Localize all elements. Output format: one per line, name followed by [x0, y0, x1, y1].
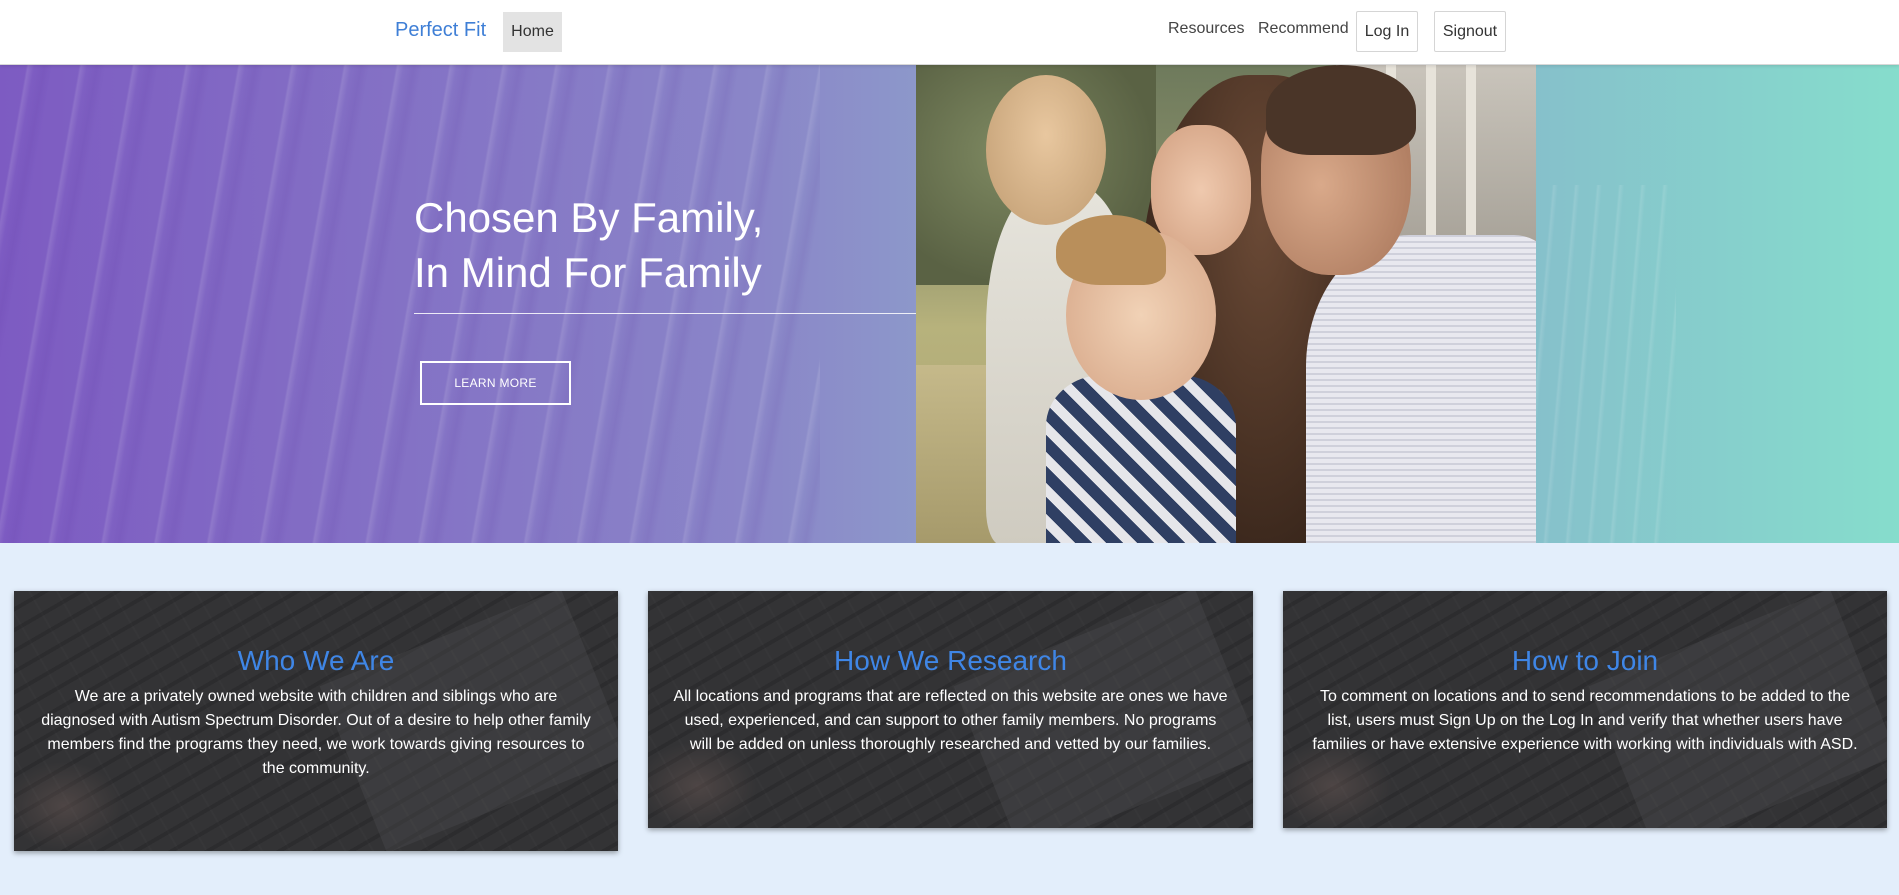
- nav-recommend-link[interactable]: Recommend: [1258, 20, 1349, 38]
- feature-card-how-we-research: How We Research All locations and progra…: [648, 591, 1253, 828]
- photo-man-hair: [1266, 65, 1416, 155]
- hero-background-pattern: [0, 65, 820, 543]
- photo-boy-head: [986, 75, 1106, 225]
- card-content: How We Research All locations and progra…: [648, 643, 1253, 757]
- photo-toddler-hair: [1056, 215, 1166, 285]
- nav-home-link[interactable]: Home: [503, 12, 562, 52]
- photo-man-shirt: [1306, 235, 1536, 543]
- features-section: Who We Are We are a privately owned webs…: [0, 543, 1899, 895]
- signout-button[interactable]: Signout: [1434, 11, 1506, 52]
- family-photo: [916, 65, 1536, 543]
- login-button[interactable]: Log In: [1356, 11, 1418, 52]
- feature-card-who-we-are: Who We Are We are a privately owned webs…: [14, 591, 618, 851]
- hero-title: Chosen By Family, In Mind For Family: [414, 190, 763, 300]
- card-title: How We Research: [834, 645, 1067, 676]
- photo-toddler-shirt: [1046, 375, 1236, 543]
- hero-title-line-1: Chosen By Family,: [414, 194, 764, 241]
- nav-resources-link[interactable]: Resources: [1168, 20, 1244, 38]
- card-title: Who We Are: [237, 645, 395, 676]
- card-title: How to Join: [1511, 645, 1659, 676]
- hero-title-line-2: In Mind For Family: [414, 249, 762, 296]
- hero-background-pattern-right: [1536, 185, 1676, 543]
- hero-divider: [414, 313, 916, 314]
- card-text: To comment on locations and to send reco…: [1312, 688, 1858, 753]
- top-navbar: Perfect Fit Home Resources Recommend Log…: [0, 0, 1899, 65]
- card-text: We are a privately owned website with ch…: [41, 688, 591, 777]
- feature-card-how-to-join: How to Join To comment on locations and …: [1283, 591, 1887, 828]
- card-text: All locations and programs that are refl…: [673, 688, 1228, 753]
- learn-more-button[interactable]: LEARN MORE: [420, 361, 571, 405]
- hero-banner: Chosen By Family, In Mind For Family LEA…: [0, 65, 1899, 543]
- brand-link[interactable]: Perfect Fit: [395, 19, 486, 42]
- card-content: How to Join To comment on locations and …: [1283, 643, 1887, 757]
- card-content: Who We Are We are a privately owned webs…: [14, 643, 618, 781]
